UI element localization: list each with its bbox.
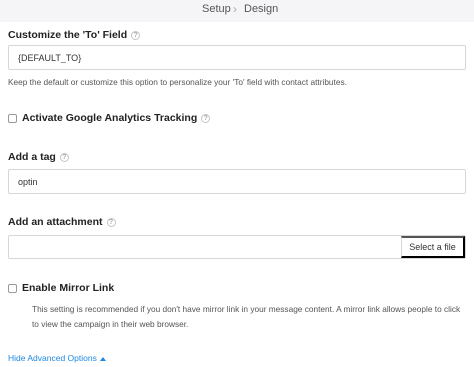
help-icon[interactable]: ? bbox=[131, 30, 141, 40]
help-icon[interactable]: ? bbox=[106, 217, 116, 227]
to-field-label: Customize the 'To' Field bbox=[8, 29, 128, 41]
step-setup[interactable]: Setup bbox=[202, 3, 231, 15]
hide-advanced-options-label[interactable]: Hide Advanced Options bbox=[8, 353, 97, 363]
to-field-description: Keep the default or customize this optio… bbox=[8, 77, 347, 87]
mirror-link-description: This setting is recommended if you don't… bbox=[32, 304, 461, 329]
tag-label: Add a tag bbox=[8, 151, 56, 163]
analytics-label[interactable]: Activate Google Analytics Tracking bbox=[22, 112, 197, 124]
attachment-label: Add an attachment bbox=[8, 216, 103, 228]
attachment-label-row: Add an attachment? bbox=[8, 216, 116, 228]
step-design[interactable]: Design bbox=[244, 3, 278, 15]
hide-advanced-options-link[interactable]: Hide Advanced Options bbox=[8, 353, 106, 363]
chevron-right-icon: › bbox=[233, 2, 237, 16]
analytics-checkbox[interactable] bbox=[8, 114, 17, 123]
tag-label-row: Add a tag? bbox=[8, 151, 69, 163]
to-field-input[interactable] bbox=[8, 45, 466, 70]
mirror-link-checkbox[interactable] bbox=[8, 284, 17, 293]
tag-input[interactable] bbox=[8, 169, 466, 194]
wizard-steps-bar: Setup › Design bbox=[0, 0, 474, 22]
select-file-button[interactable]: Select a file bbox=[401, 236, 465, 258]
help-icon[interactable]: ? bbox=[201, 113, 211, 123]
to-field-label-row: Customize the 'To' Field? bbox=[8, 29, 141, 41]
help-icon[interactable]: ? bbox=[59, 152, 69, 162]
mirror-link-label[interactable]: Enable Mirror Link bbox=[22, 282, 114, 294]
caret-up-icon bbox=[99, 356, 106, 361]
analytics-label-row: Activate Google Analytics Tracking? bbox=[22, 112, 211, 124]
attachment-field[interactable]: Select a file bbox=[8, 235, 466, 259]
